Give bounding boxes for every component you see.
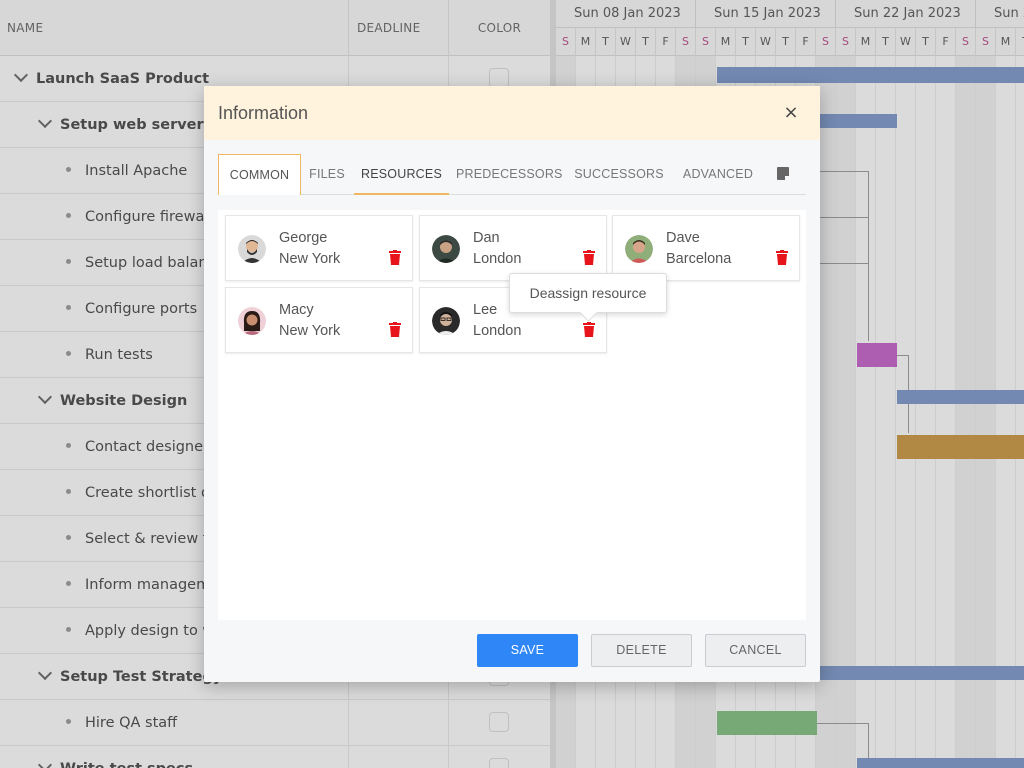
trash-icon[interactable] bbox=[583, 250, 595, 265]
trash-icon[interactable] bbox=[583, 322, 595, 337]
resource-name: Dan bbox=[473, 230, 500, 246]
resource-card: Dan London bbox=[419, 215, 607, 281]
close-icon[interactable]: × bbox=[780, 102, 802, 124]
resource-city: London bbox=[473, 323, 522, 339]
notes-icon[interactable] bbox=[777, 167, 789, 180]
trash-icon[interactable] bbox=[389, 322, 401, 337]
resource-city: Barcelona bbox=[666, 251, 732, 267]
tab-common[interactable]: COMMON bbox=[218, 154, 301, 195]
resources-panel: George New York Dan London Dave Barcelon… bbox=[218, 210, 806, 620]
resource-city: London bbox=[473, 251, 522, 267]
tab-resources[interactable]: RESOURCES bbox=[354, 154, 449, 195]
cancel-button[interactable]: CANCEL bbox=[705, 634, 806, 667]
trash-icon[interactable] bbox=[776, 250, 788, 265]
avatar bbox=[238, 235, 266, 263]
resource-name: George bbox=[279, 230, 328, 246]
tab-bar: COMMON FILES RESOURCES PREDECESSORS SUCC… bbox=[218, 154, 806, 195]
tab-advanced[interactable]: ADVANCED bbox=[680, 154, 756, 195]
resource-name: Macy bbox=[279, 302, 314, 318]
avatar bbox=[625, 235, 653, 263]
resource-name: Lee bbox=[473, 302, 498, 318]
trash-icon[interactable] bbox=[389, 250, 401, 265]
resource-city: New York bbox=[279, 323, 341, 339]
resource-city: New York bbox=[279, 251, 341, 267]
dialog-title: Information bbox=[218, 103, 309, 123]
resource-card: George New York bbox=[225, 215, 413, 281]
resource-name: Dave bbox=[666, 230, 700, 246]
avatar bbox=[432, 235, 460, 263]
tab-predecessors[interactable]: PREDECESSORS bbox=[456, 154, 562, 195]
dialog-header: Information × bbox=[204, 86, 820, 140]
deassign-tooltip: Deassign resource bbox=[509, 273, 667, 313]
save-button[interactable]: SAVE bbox=[477, 634, 578, 667]
delete-button[interactable]: DELETE bbox=[591, 634, 692, 667]
avatar bbox=[238, 307, 266, 335]
resource-card: Dave Barcelona bbox=[612, 215, 800, 281]
resource-card: Macy New York bbox=[225, 287, 413, 353]
task-editor-dialog: Information × COMMON FILES RESOURCES PRE… bbox=[204, 86, 820, 682]
avatar bbox=[432, 307, 460, 335]
tab-successors[interactable]: SUCCESSORS bbox=[574, 154, 664, 195]
tab-files[interactable]: FILES bbox=[307, 154, 347, 195]
